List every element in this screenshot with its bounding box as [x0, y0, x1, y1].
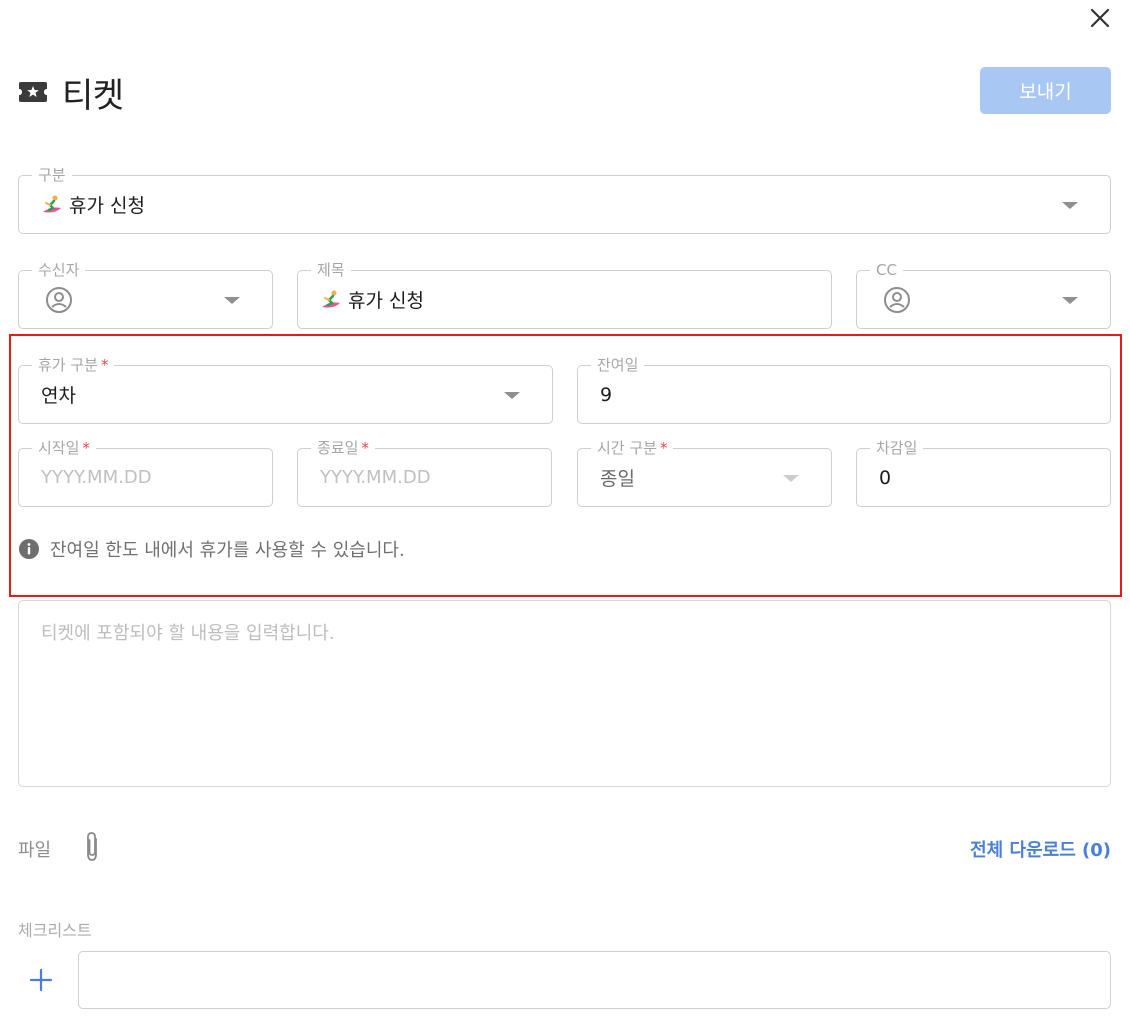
checklist-label: 체크리스트 — [18, 921, 92, 940]
remaining-days-field[interactable]: 잔여일 9 — [577, 355, 1111, 424]
close-button[interactable] — [1086, 4, 1114, 32]
category-select[interactable]: 구분 휴가 신청 — [18, 165, 1111, 234]
end-date-field[interactable]: 종료일 * YYYY.MM.DD — [297, 438, 552, 507]
leave-type-value: 연차 — [41, 385, 76, 407]
category-value-wrap: 휴가 신청 — [41, 176, 145, 233]
leave-info-message: 잔여일 한도 내에서 휴가를 사용할 수 있습니다. — [18, 536, 405, 562]
chevron-down-icon — [1062, 296, 1078, 304]
surfer-emoji — [43, 194, 61, 212]
start-date-placeholder: YYYY.MM.DD — [41, 467, 152, 488]
info-text: 잔여일 한도 내에서 휴가를 사용할 수 있습니다. — [50, 540, 405, 561]
paperclip-icon[interactable] — [81, 830, 103, 864]
cc-label: CC — [870, 260, 903, 280]
required-mark: * — [100, 356, 109, 374]
start-date-field[interactable]: 시작일 * YYYY.MM.DD — [18, 438, 273, 507]
user-avatar-icon — [884, 286, 910, 313]
surfer-emoji — [322, 289, 340, 307]
subject-value: 휴가 신청 — [348, 290, 424, 312]
download-all-link[interactable]: 전체 다운로드 (0) — [970, 836, 1111, 862]
recipient-label: 수신자 — [32, 260, 86, 280]
subject-field[interactable]: 제목 휴가 신청 — [297, 260, 832, 329]
time-type-value: 종일 — [600, 468, 635, 490]
user-avatar-icon — [46, 286, 72, 313]
chevron-down-icon — [224, 296, 240, 304]
send-button[interactable]: 보내기 — [980, 67, 1111, 114]
chevron-down-icon — [504, 391, 520, 399]
dialog-header: 티켓 — [18, 68, 124, 116]
remaining-days-value: 9 — [600, 383, 613, 406]
deduct-days-field[interactable]: 차감일 0 — [856, 438, 1111, 507]
chevron-down-icon — [783, 474, 799, 482]
info-icon — [19, 539, 39, 559]
chevron-down-icon — [1062, 201, 1078, 209]
deduct-days-value: 0 — [879, 466, 892, 489]
remaining-days-label: 잔여일 — [591, 355, 645, 375]
page-title: 티켓 — [62, 75, 124, 116]
required-mark: * — [659, 439, 668, 457]
recipient-select[interactable]: 수신자 — [18, 260, 273, 329]
close-icon — [1090, 8, 1110, 28]
time-type-select[interactable]: 시간 구분 * 종일 — [577, 438, 832, 507]
leave-type-select[interactable]: 휴가 구분 * 연차 — [18, 355, 553, 424]
subject-value-wrap: 휴가 신청 — [320, 271, 424, 328]
plus-icon[interactable] — [28, 967, 54, 993]
category-value: 휴가 신청 — [69, 195, 145, 217]
deduct-days-label: 차감일 — [870, 438, 924, 458]
end-date-placeholder: YYYY.MM.DD — [320, 467, 431, 488]
content-placeholder: 티켓에 포함되야 할 내용을 입력합니다. — [41, 623, 335, 644]
ticket-star-icon — [19, 82, 47, 102]
file-label: 파일 — [18, 840, 52, 861]
content-textarea[interactable]: 티켓에 포함되야 할 내용을 입력합니다. — [18, 600, 1111, 787]
checklist-input[interactable] — [78, 951, 1111, 1009]
cc-select[interactable]: CC — [856, 260, 1111, 329]
